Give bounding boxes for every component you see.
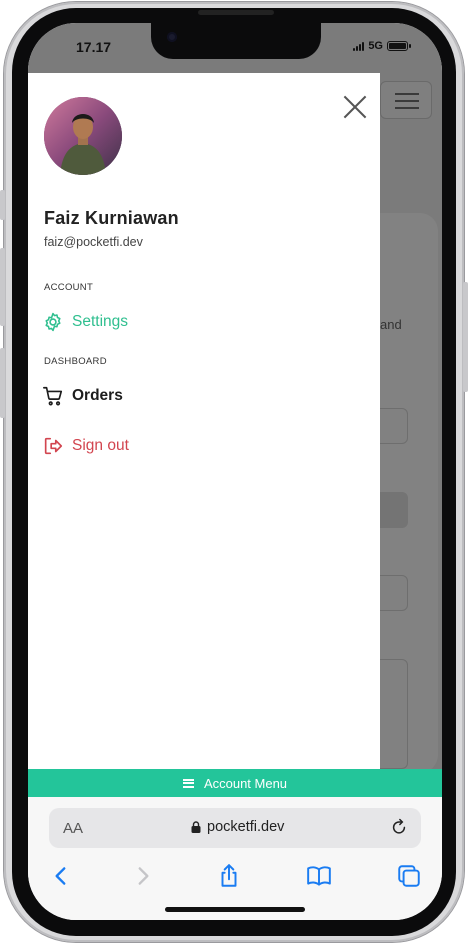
section-label-dashboard: DASHBOARD xyxy=(44,356,107,367)
share-icon[interactable] xyxy=(216,863,242,889)
menu-item-label: Settings xyxy=(72,313,129,330)
close-icon[interactable] xyxy=(343,95,367,119)
menu-item-label: Orders xyxy=(72,387,123,404)
hamburger-icon xyxy=(182,778,194,788)
mute-switch xyxy=(0,190,5,220)
signal-icon xyxy=(353,41,365,51)
back-icon[interactable] xyxy=(48,863,74,889)
sign-out-icon xyxy=(44,437,63,455)
user-name: Faiz Kurniawan xyxy=(44,208,179,228)
front-camera xyxy=(167,32,177,42)
text-size-label: AA xyxy=(63,820,84,837)
cart-icon xyxy=(43,386,63,406)
bookmarks-icon[interactable] xyxy=(306,863,332,889)
forward-icon[interactable] xyxy=(130,863,156,889)
background-menu-button xyxy=(380,81,432,119)
menu-item-settings[interactable]: Settings xyxy=(42,311,128,333)
section-label-account: ACCOUNT xyxy=(44,282,94,293)
gear-icon xyxy=(45,312,61,332)
avatar xyxy=(44,97,122,175)
browser-nav-row xyxy=(28,857,442,897)
earpiece-speaker xyxy=(198,10,274,15)
screen: and 17.17 5G Faiz Kurniawan faiz@pocketf… xyxy=(28,23,442,920)
tabs-icon[interactable] xyxy=(396,863,422,889)
menu-item-label: Sign out xyxy=(72,437,129,454)
background-text: and xyxy=(380,317,402,332)
status-time: 17.17 xyxy=(76,39,112,55)
address-bar[interactable]: AA pocketfi.dev xyxy=(49,808,421,848)
account-menu-label: Account Menu xyxy=(203,775,288,791)
network-type: 5G xyxy=(368,40,383,52)
reload-icon[interactable] xyxy=(389,817,409,837)
notch xyxy=(151,23,321,59)
volume-up-button xyxy=(0,248,5,326)
lock-icon xyxy=(191,821,201,833)
url-text: pocketfi.dev xyxy=(207,819,285,835)
power-button xyxy=(463,282,468,392)
menu-item-sign-out[interactable]: Sign out xyxy=(42,435,129,457)
menu-item-orders[interactable]: Orders xyxy=(42,385,123,407)
url-display[interactable]: pocketfi.dev xyxy=(191,819,284,835)
browser-toolbar: AA pocketfi.dev xyxy=(28,797,442,920)
account-menu-bar[interactable]: Account Menu xyxy=(28,769,442,797)
home-indicator[interactable] xyxy=(165,907,305,912)
volume-down-button xyxy=(0,348,5,418)
text-size-button[interactable]: AA xyxy=(63,820,83,837)
battery-icon xyxy=(387,41,411,51)
account-drawer: Faiz Kurniawan faiz@pocketfi.dev ACCOUNT… xyxy=(28,73,380,769)
user-email: faiz@pocketfi.dev xyxy=(44,235,143,249)
